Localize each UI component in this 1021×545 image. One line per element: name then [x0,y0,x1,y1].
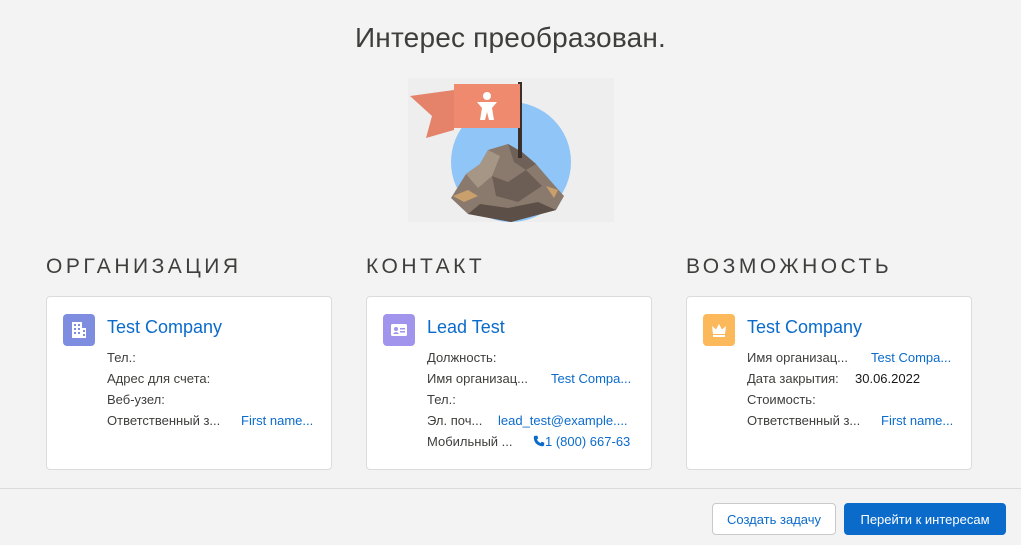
account-link[interactable]: Test Compa... [551,371,631,386]
account-link[interactable]: Test Compa... [871,350,951,365]
field-row-phone: Тел.: [107,347,321,368]
field-label: Имя организац... [427,371,528,386]
field-label: Ответственный з... [107,413,221,428]
mobile-phone-link[interactable]: 1 (800) 667-63 [533,434,630,449]
field-label: Эл. поч... [427,413,483,428]
go-to-leads-button[interactable]: Перейти к интересам [844,503,1006,535]
contact-section-heading: КОНТАКТ [366,255,486,278]
field-label: Ответственный з... [747,413,861,428]
building-icon [63,314,95,346]
field-label: Мобильный ... [427,434,513,449]
crown-icon [703,314,735,346]
opportunity-card: Test Company Имя организац... Test Compa… [686,296,972,470]
phone-icon [533,435,545,447]
contact-name-link[interactable]: Lead Test [427,317,505,338]
mobile-phone-value: 1 (800) 667-63 [545,434,631,449]
create-task-button[interactable]: Создать задачу [712,503,836,535]
field-row-owner: Ответственный з... First name... [107,410,321,431]
field-row-mobile: Мобильный ... 1 (800) 667-63 [427,431,641,452]
field-row-title: Должность: [427,347,641,368]
field-label: Должность: [427,350,497,365]
opportunity-name-link[interactable]: Test Company [747,317,862,338]
field-row-owner: Ответственный з... First name... [747,410,961,431]
page-title: Интерес преобразован. [354,22,666,53]
field-label: Адрес для счета: [107,371,211,386]
account-name-link[interactable]: Test Company [107,317,222,338]
field-label: Дата закрытия: [747,371,839,386]
field-label: Имя организац... [747,350,848,365]
field-label: Стоимость: [747,392,816,407]
field-label: Тел.: [427,392,456,407]
account-section-heading: ОРГАНИЗАЦИЯ [46,255,242,278]
contact-card: Lead Test Должность: Имя организац... Te… [366,296,652,470]
owner-link[interactable]: First name... [881,413,953,428]
email-link[interactable]: lead_test@example.... [498,413,628,428]
account-card: Test Company Тел.: Адрес для счета: Веб-… [46,296,332,470]
field-row-website: Веб-узел: [107,389,321,410]
field-row-email: Эл. поч... lead_test@example.... [427,410,641,431]
contact-card-icon [383,314,415,346]
field-label: Веб-узел: [107,392,165,407]
field-row-amount: Стоимость: [747,389,961,410]
opportunity-section-heading: ВОЗМОЖНОСТЬ [686,255,893,278]
field-row-account-name: Имя организац... Test Compa... [427,368,641,389]
field-row-phone: Тел.: [427,389,641,410]
field-value: 30.06.2022 [855,371,921,386]
footer-bar: Создать задачу Перейти к интересам [0,488,1021,545]
owner-link[interactable]: First name... [241,413,313,428]
field-row-close-date: Дата закрытия: 30.06.2022 [747,368,961,389]
field-row-account-name: Имя организац... Test Compa... [747,347,961,368]
mountain-flag-illustration [408,78,614,222]
field-label: Тел.: [107,350,136,365]
field-row-billing-address: Адрес для счета: [107,368,321,389]
